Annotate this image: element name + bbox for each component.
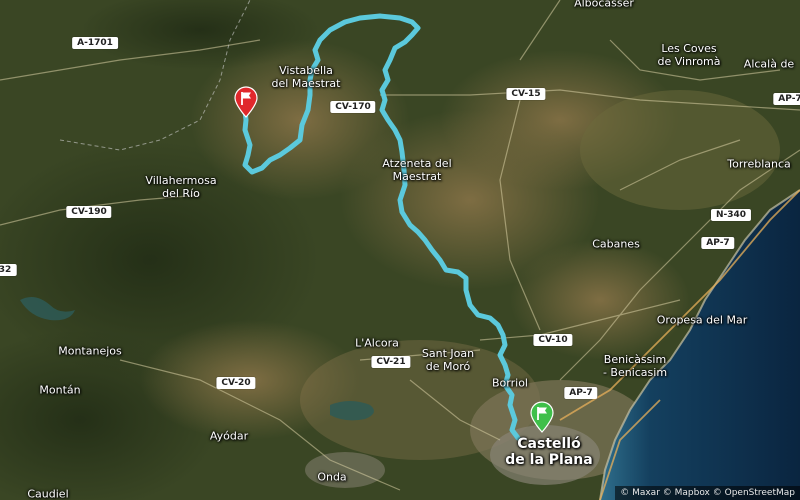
place-label-lalcora: L'Alcora <box>355 336 399 350</box>
road-shield-n340: N-340 <box>710 209 752 221</box>
road-shield-a1701: A-1701 <box>72 37 118 49</box>
road-shield-cv10: CV-10 <box>533 334 573 346</box>
start-flag-icon[interactable] <box>529 401 555 437</box>
place-label-atzeneta: Atzeneta del Maestrat <box>382 157 452 183</box>
place-label-caudiel: Caudiel <box>27 487 69 500</box>
place-label-ayodar: Ayódar <box>209 429 249 443</box>
road-shield-ap7-top: AP-7 <box>773 93 800 105</box>
road-shield-ap7-low: AP-7 <box>564 387 598 399</box>
place-label-montanejos: Montanejos <box>58 344 122 358</box>
road-shield-ap7-mid: AP-7 <box>701 237 735 249</box>
place-label-vistabella: Vistabella del Maestrat <box>271 64 341 90</box>
place-label-oropesa: Oropesa del Mar <box>656 313 748 327</box>
map-attribution[interactable]: © Maxar © Mapbox © OpenStreetMap <box>615 486 800 500</box>
place-label-villahermosa: Villahermosa del Río <box>145 174 217 200</box>
place-label-sant-joan: Sant Joan de Moró <box>421 347 475 373</box>
place-label-onda: Onda <box>317 470 347 484</box>
place-label-les-coves: Les Coves de Vinromà <box>657 42 721 68</box>
satellite-basemap <box>0 0 800 500</box>
map-view[interactable]: Albocàsser Vistabella del Maestrat Les C… <box>0 0 800 500</box>
place-label-torreblanca: Torreblanca <box>727 157 791 171</box>
road-shield-32: 32 <box>0 264 17 276</box>
road-shield-cv20: CV-20 <box>216 377 256 389</box>
road-shield-cv170: CV-170 <box>330 101 376 113</box>
place-label-alcala: Alcalà de <box>743 57 795 71</box>
place-label-montan: Montán <box>39 383 81 397</box>
place-label-cabanes: Cabanes <box>592 237 640 251</box>
road-shield-cv21: CV-21 <box>371 356 411 368</box>
finish-flag-icon[interactable] <box>233 86 259 122</box>
place-label-benicassim: Benicàssim - Benicasim <box>602 353 668 379</box>
place-label-albocasser: Albocàsser <box>574 0 634 10</box>
place-label-castello: Castelló de la Plana <box>505 436 593 468</box>
road-shield-cv190: CV-190 <box>66 206 112 218</box>
road-shield-cv15: CV-15 <box>506 88 546 100</box>
place-label-borriol: Borriol <box>492 376 528 390</box>
